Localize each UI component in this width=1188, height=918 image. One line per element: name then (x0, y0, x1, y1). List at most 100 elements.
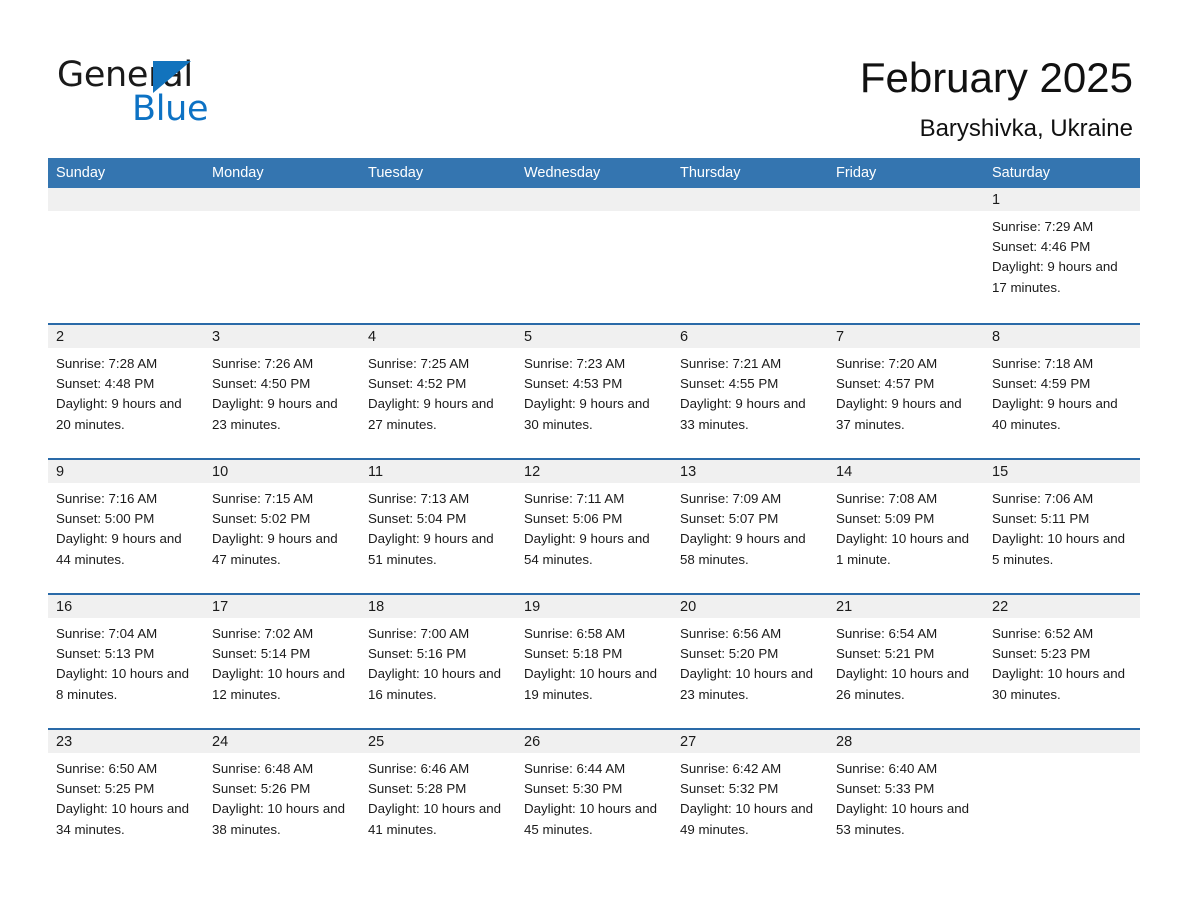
sunset-text: Sunset: 5:13 PM (56, 646, 155, 662)
daylight-text: Daylight: 9 hours and 27 minutes. (368, 396, 494, 432)
day-cell[interactable]: 21 Sunrise: 6:54 AM Sunset: 5:21 PM Dayligh… (828, 595, 984, 728)
sunset-text: Sunset: 5:25 PM (56, 781, 155, 797)
day-cell[interactable]: 18 Sunrise: 7:00 AM Sunset: 5:16 PM Dayligh… (360, 595, 516, 728)
day-cell[interactable]: 10 Sunrise: 7:15 AM Sunset: 5:02 PM Dayligh… (204, 460, 360, 593)
sunrise-text: Sunrise: 6:48 AM (212, 761, 314, 776)
day-cell[interactable]: 5 Sunrise: 7:23 AM Sunset: 4:53 PM Daylight… (516, 325, 672, 458)
day-number: 15 (984, 460, 1140, 483)
day-cell[interactable]: 23 Sunrise: 6:50 AM Sunset: 5:25 PM Dayligh… (48, 730, 204, 858)
day-cell[interactable]: 22 Sunrise: 6:52 AM Sunset: 5:23 PM Dayligh… (984, 595, 1140, 728)
day-details: Sunrise: 7:18 AM Sunset: 4:59 PM Daylight:… (984, 348, 1140, 435)
day-number: 26 (516, 730, 672, 753)
day-cell[interactable]: 12 Sunrise: 7:11 AM Sunset: 5:06 PM Dayligh… (516, 460, 672, 593)
sunrise-text: Sunrise: 7:11 AM (524, 491, 625, 506)
day-number: 1 (984, 188, 1140, 211)
day-details: Sunrise: 7:08 AM Sunset: 5:09 PM Daylight:… (828, 483, 984, 570)
daylight-text: Daylight: 10 hours and 12 minutes. (212, 666, 346, 702)
weekday-header-thursday: Thursday (680, 165, 741, 181)
general-blue-logo[interactable]: General Blue (57, 55, 317, 135)
day-details: Sunrise: 7:26 AM Sunset: 4:50 PM Daylight:… (204, 348, 360, 435)
day-cell-empty (204, 188, 360, 323)
sunrise-text: Sunrise: 6:40 AM (836, 761, 938, 776)
day-details: Sunrise: 6:44 AM Sunset: 5:30 PM Daylight:… (516, 753, 672, 840)
day-cell[interactable]: 16 Sunrise: 7:04 AM Sunset: 5:13 PM Dayligh… (48, 595, 204, 728)
day-number: 21 (828, 595, 984, 618)
day-cell-empty (360, 188, 516, 323)
daylight-text: Daylight: 10 hours and 53 minutes. (836, 801, 970, 837)
day-number: 22 (984, 595, 1140, 618)
calendar-week-row: 9 Sunrise: 7:16 AM Sunset: 5:00 PM Daylight… (48, 458, 1140, 593)
daylight-text: Daylight: 10 hours and 34 minutes. (56, 801, 190, 837)
day-number: 6 (672, 325, 828, 348)
sunset-text: Sunset: 5:02 PM (212, 511, 311, 527)
sunset-text: Sunset: 5:04 PM (368, 511, 467, 527)
day-cell[interactable]: 25 Sunrise: 6:46 AM Sunset: 5:28 PM Dayligh… (360, 730, 516, 858)
sunset-text: Sunset: 5:30 PM (524, 781, 623, 797)
day-number: 11 (360, 460, 516, 483)
day-number: 4 (360, 325, 516, 348)
sunset-text: Sunset: 4:55 PM (680, 376, 779, 392)
day-cell[interactable]: 4 Sunrise: 7:25 AM Sunset: 4:52 PM Daylight… (360, 325, 516, 458)
day-number: 16 (48, 595, 204, 618)
day-number (984, 730, 1140, 753)
day-number: 5 (516, 325, 672, 348)
page-title: February 2025 (859, 54, 1133, 101)
day-cell[interactable]: 13 Sunrise: 7:09 AM Sunset: 5:07 PM Dayligh… (672, 460, 828, 593)
sunset-text: Sunset: 4:48 PM (56, 376, 155, 392)
weekday-header-saturday: Saturday (992, 165, 1051, 181)
day-cell[interactable]: 15 Sunrise: 7:06 AM Sunset: 5:11 PM Dayligh… (984, 460, 1140, 593)
sunrise-text: Sunrise: 7:25 AM (368, 356, 470, 371)
sunrise-text: Sunrise: 7:26 AM (212, 356, 314, 371)
day-number: 12 (516, 460, 672, 483)
daylight-text: Daylight: 10 hours and 19 minutes. (524, 666, 658, 702)
day-cell[interactable]: 27 Sunrise: 6:42 AM Sunset: 5:32 PM Dayligh… (672, 730, 828, 858)
day-details: Sunrise: 7:20 AM Sunset: 4:57 PM Daylight:… (828, 348, 984, 435)
day-details: Sunrise: 6:54 AM Sunset: 5:21 PM Daylight:… (828, 618, 984, 705)
sunset-text: Sunset: 4:53 PM (524, 376, 623, 392)
day-cell[interactable]: 24 Sunrise: 6:48 AM Sunset: 5:26 PM Dayligh… (204, 730, 360, 858)
daylight-text: Daylight: 9 hours and 33 minutes. (680, 396, 806, 432)
weekday-header-friday: Friday (836, 165, 877, 181)
day-number: 8 (984, 325, 1140, 348)
sunset-text: Sunset: 5:21 PM (836, 646, 935, 662)
day-details: Sunrise: 6:50 AM Sunset: 5:25 PM Daylight:… (48, 753, 204, 840)
day-cell[interactable]: 26 Sunrise: 6:44 AM Sunset: 5:30 PM Dayligh… (516, 730, 672, 858)
sunrise-text: Sunrise: 7:28 AM (56, 356, 158, 371)
day-details: Sunrise: 6:48 AM Sunset: 5:26 PM Daylight:… (204, 753, 360, 840)
daylight-text: Daylight: 10 hours and 30 minutes. (992, 666, 1126, 702)
day-cell[interactable]: 3 Sunrise: 7:26 AM Sunset: 4:50 PM Daylight… (204, 325, 360, 458)
day-cell[interactable]: 1 Sunrise: 7:29 AM Sunset: 4:46 PM Daylight… (984, 188, 1140, 323)
day-cell[interactable]: 11 Sunrise: 7:13 AM Sunset: 5:04 PM Dayligh… (360, 460, 516, 593)
day-cell[interactable]: 14 Sunrise: 7:08 AM Sunset: 5:09 PM Dayligh… (828, 460, 984, 593)
day-details: Sunrise: 6:46 AM Sunset: 5:28 PM Daylight:… (360, 753, 516, 840)
day-cell[interactable]: 8 Sunrise: 7:18 AM Sunset: 4:59 PM Daylight… (984, 325, 1140, 458)
daylight-text: Daylight: 10 hours and 1 minute. (836, 531, 970, 567)
logo-word-blue: Blue (132, 89, 209, 129)
calendar-page: General Blue February 2025 Baryshivka, U… (0, 0, 1188, 918)
sunset-text: Sunset: 5:07 PM (680, 511, 779, 527)
daylight-text: Daylight: 10 hours and 23 minutes. (680, 666, 814, 702)
day-cell[interactable]: 6 Sunrise: 7:21 AM Sunset: 4:55 PM Daylight… (672, 325, 828, 458)
day-cell[interactable]: 28 Sunrise: 6:40 AM Sunset: 5:33 PM Dayligh… (828, 730, 984, 858)
day-cell[interactable]: 2 Sunrise: 7:28 AM Sunset: 4:48 PM Daylight… (48, 325, 204, 458)
sunset-text: Sunset: 5:18 PM (524, 646, 623, 662)
daylight-text: Daylight: 10 hours and 45 minutes. (524, 801, 658, 837)
day-details: Sunrise: 7:11 AM Sunset: 5:06 PM Daylight:… (516, 483, 672, 570)
day-cell[interactable]: 20 Sunrise: 6:56 AM Sunset: 5:20 PM Dayligh… (672, 595, 828, 728)
day-cell[interactable]: 9 Sunrise: 7:16 AM Sunset: 5:00 PM Daylight… (48, 460, 204, 593)
sunset-text: Sunset: 5:11 PM (992, 511, 1090, 527)
sunset-text: Sunset: 4:57 PM (836, 376, 935, 392)
calendar-weeks: 1 Sunrise: 7:29 AM Sunset: 4:46 PM Daylight… (48, 188, 1140, 858)
sunset-text: Sunset: 5:09 PM (836, 511, 935, 527)
daylight-text: Daylight: 10 hours and 41 minutes. (368, 801, 502, 837)
day-cell[interactable]: 19 Sunrise: 6:58 AM Sunset: 5:18 PM Dayligh… (516, 595, 672, 728)
day-cell[interactable]: 17 Sunrise: 7:02 AM Sunset: 5:14 PM Dayligh… (204, 595, 360, 728)
sunset-text: Sunset: 5:33 PM (836, 781, 935, 797)
day-cell-empty (672, 188, 828, 323)
daylight-text: Daylight: 10 hours and 5 minutes. (992, 531, 1126, 567)
day-cell[interactable]: 7 Sunrise: 7:20 AM Sunset: 4:57 PM Daylight… (828, 325, 984, 458)
day-details: Sunrise: 7:25 AM Sunset: 4:52 PM Daylight:… (360, 348, 516, 435)
daylight-text: Daylight: 10 hours and 38 minutes. (212, 801, 346, 837)
day-details: Sunrise: 7:02 AM Sunset: 5:14 PM Daylight:… (204, 618, 360, 705)
daylight-text: Daylight: 10 hours and 8 minutes. (56, 666, 190, 702)
